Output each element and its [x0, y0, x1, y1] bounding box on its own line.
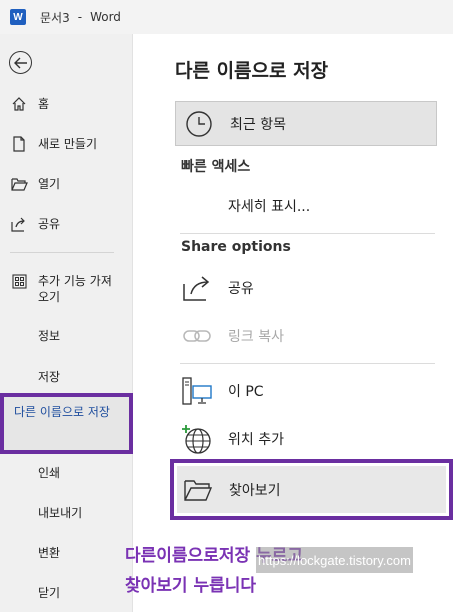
sidebar-item-export[interactable]: 내보내기 [10, 505, 128, 521]
share-option-copy-link[interactable]: 링크 복사 [180, 316, 435, 356]
page-title: 다른 이름으로 저장 [175, 60, 329, 82]
quick-access-heading: 빠른 액세스 [181, 159, 251, 175]
caption-line-2: 찾아보기 누릅니다 [125, 576, 257, 596]
add-place-label: 위치 추가 [228, 432, 284, 448]
backstage-sidebar: 홈 새로 만들기 열기 공유 추가 기능 가져오기 정보 저장 다른 이름으로 … [0, 34, 133, 612]
sidebar-item-share[interactable]: 공유 [10, 216, 128, 232]
sidebar-item-open[interactable]: 열기 [10, 176, 128, 192]
sidebar-item-label: 정보 [38, 329, 61, 343]
browse-button-inner: 찾아보기 [177, 466, 446, 513]
folder-open-icon [10, 176, 28, 192]
back-arrow-icon [13, 57, 27, 68]
sidebar-item-label: 변환 [38, 546, 61, 560]
copy-link-label: 링크 복사 [228, 329, 284, 345]
sidebar-item-label: 닫기 [38, 586, 61, 600]
sidebar-item-label: 내보내기 [38, 506, 83, 520]
sidebar-divider [10, 252, 114, 253]
sidebar-item-close[interactable]: 닫기 [10, 585, 128, 601]
section-divider [180, 233, 435, 234]
sidebar-item-transform[interactable]: 변환 [10, 545, 128, 561]
addins-grid-icon [10, 273, 28, 289]
share-icon [180, 271, 214, 305]
word-logo-icon: W [10, 9, 26, 25]
recent-locations-button[interactable]: 최근 항목 [175, 101, 437, 146]
show-details-label: 자세히 표시... [228, 199, 311, 215]
app-name: Word [90, 10, 121, 24]
back-button[interactable] [9, 51, 32, 74]
sidebar-item-label: 공유 [38, 217, 61, 231]
new-document-icon [10, 136, 28, 152]
show-details-link[interactable]: 자세히 표시... [228, 186, 428, 226]
share-option-share[interactable]: 공유 [180, 268, 435, 308]
location-this-pc[interactable]: 이 PC [180, 371, 435, 411]
clock-icon [182, 107, 216, 141]
computer-icon [180, 374, 214, 408]
sidebar-item-label: 저장 [38, 370, 61, 384]
sidebar-item-new[interactable]: 새로 만들기 [10, 136, 128, 152]
title-separator: - [77, 10, 83, 24]
sidebar-item-info[interactable]: 정보 [10, 328, 128, 344]
share-icon [10, 216, 28, 232]
browse-button[interactable]: 찾아보기 [170, 459, 453, 520]
browse-label: 찾아보기 [229, 482, 281, 499]
document-name: 문서3 [40, 10, 70, 25]
folder-icon [181, 473, 215, 507]
share-options-heading: Share options [181, 239, 291, 255]
sidebar-item-label: 열기 [38, 177, 61, 191]
sidebar-item-label: 추가 기능 가져오기 [38, 274, 112, 304]
section-divider [180, 363, 435, 364]
share-label: 공유 [228, 281, 254, 297]
sidebar-item-label: 인쇄 [38, 466, 61, 480]
home-icon [10, 96, 28, 112]
location-add-place[interactable]: 위치 추가 [180, 419, 435, 459]
sidebar-item-save[interactable]: 저장 [10, 369, 128, 385]
sidebar-item-home[interactable]: 홈 [10, 96, 128, 112]
sidebar-item-save-as[interactable]: 다른 이름으로 저장 [0, 393, 133, 454]
this-pc-label: 이 PC [228, 384, 264, 400]
sidebar-item-print[interactable]: 인쇄 [10, 465, 128, 481]
sidebar-item-label: 새로 만들기 [38, 137, 98, 151]
globe-add-icon [180, 422, 214, 456]
sidebar-item-get-addins[interactable]: 추가 기능 가져오기 [10, 273, 128, 305]
link-icon [180, 319, 214, 353]
recent-label: 최근 항목 [230, 116, 286, 133]
sidebar-item-label: 다른 이름으로 저장 [14, 405, 110, 419]
sidebar-item-label: 홈 [38, 97, 50, 111]
watermark: https://lockgate.tistory.com [256, 547, 413, 573]
title-bar: W 문서3 - Word [0, 0, 453, 34]
